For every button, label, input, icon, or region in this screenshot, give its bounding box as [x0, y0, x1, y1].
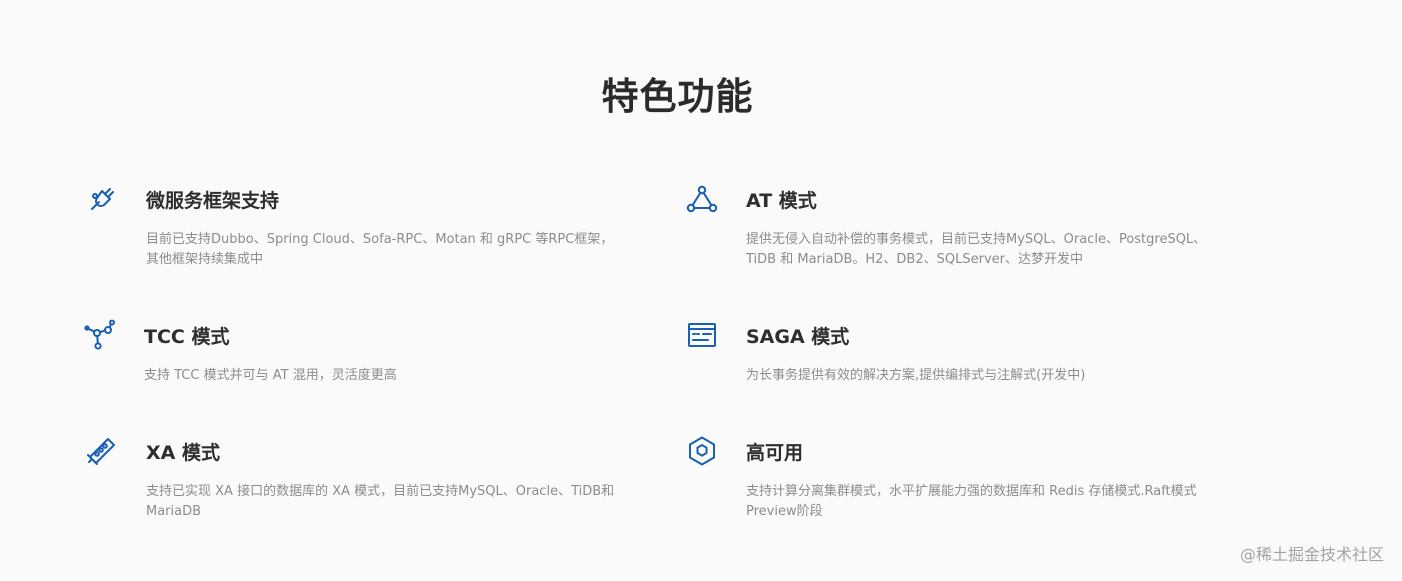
feature-title: SAGA 模式: [746, 326, 850, 348]
feature-title: 高可用: [746, 442, 804, 464]
plug-icon: [86, 183, 118, 215]
feature-description: 为长事务提供有效的解决方案,提供编排式与注解式(开发中): [746, 368, 1086, 383]
feature-description: 支持 TCC 模式并可与 AT 混用，灵活度更高: [144, 368, 397, 383]
watermark: @稀土掘金技术社区: [1239, 545, 1384, 564]
feature-title: AT 模式: [746, 190, 817, 212]
page-title: 特色功能: [601, 75, 754, 118]
feature-title: XA 模式: [146, 442, 220, 464]
feature-description: 支持已实现 XA 接口的数据库的 XA 模式，目前已支持MySQL、Oracle…: [146, 484, 615, 519]
feature-title: TCC 模式: [144, 326, 230, 348]
feature-description: 提供无侵入自动补偿的事务模式，目前已支持MySQL、Oracle、Postgre…: [746, 232, 1207, 267]
network-triangle-icon: [686, 183, 718, 215]
feature-description: 支持计算分离集群模式，水平扩展能力强的数据库和 Redis 存储模式.Raft模…: [746, 484, 1197, 519]
feature-title: 微服务框架支持: [146, 190, 280, 212]
feature-description: 目前已支持Dubbo、Spring Cloud、Sofa-RPC、Motan 和…: [146, 232, 614, 267]
memory-chip-icon: [86, 435, 118, 467]
console-window-icon: [686, 319, 718, 351]
hexagon-shield-icon: [686, 435, 718, 467]
molecule-icon: [84, 319, 116, 351]
